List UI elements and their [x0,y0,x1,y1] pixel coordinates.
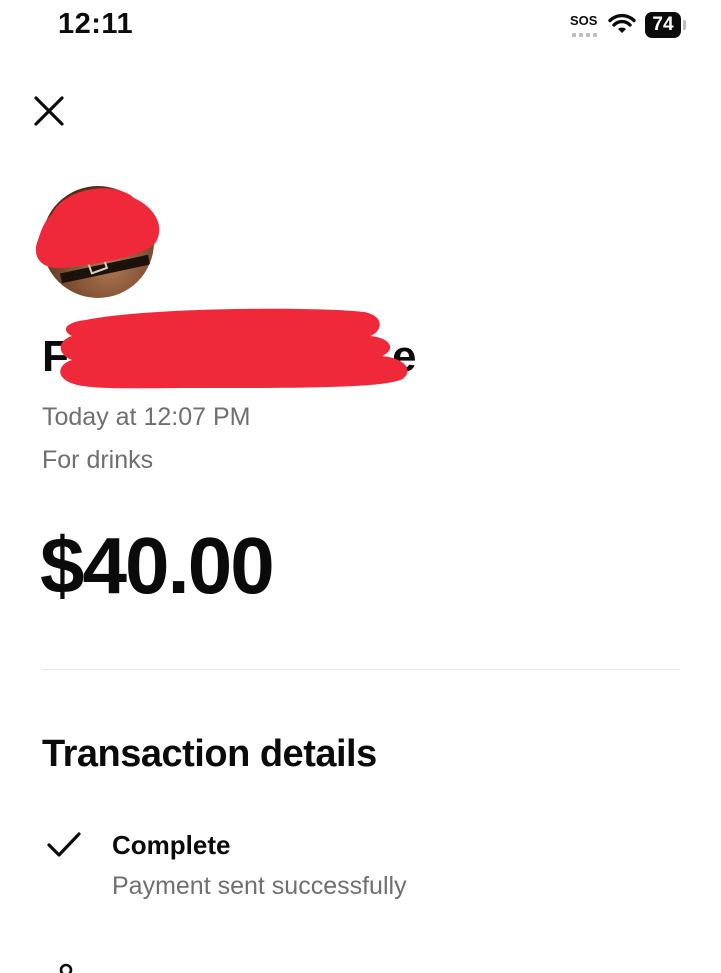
battery-level: 74 [645,12,681,38]
signal-dots [572,33,597,37]
status-title: Complete [112,830,231,860]
avatar-redaction [35,188,160,269]
close-button[interactable] [30,92,70,132]
status-row: Complete Payment sent successfully [42,826,682,906]
person-icon [59,963,73,973]
divider [42,669,680,670]
battery-indicator: 74 [645,12,686,38]
status-time: 12:11 [58,8,134,40]
sos-indicator: SOS [570,13,598,28]
transaction-timestamp: Today at 12:07 PM [42,403,251,431]
close-icon [34,96,64,126]
checkmark-icon [47,832,81,857]
status-bar: 12:11 SOS 74 [0,0,721,56]
transaction-amount: $40.00 [40,521,275,610]
status-subtitle: Payment sent successfully [112,872,407,900]
transaction-note: For drinks [42,446,154,474]
name-redaction [60,308,408,389]
section-title: Transaction details [42,733,377,775]
wifi-icon [608,13,636,33]
next-detail-row[interactable] [42,958,682,973]
